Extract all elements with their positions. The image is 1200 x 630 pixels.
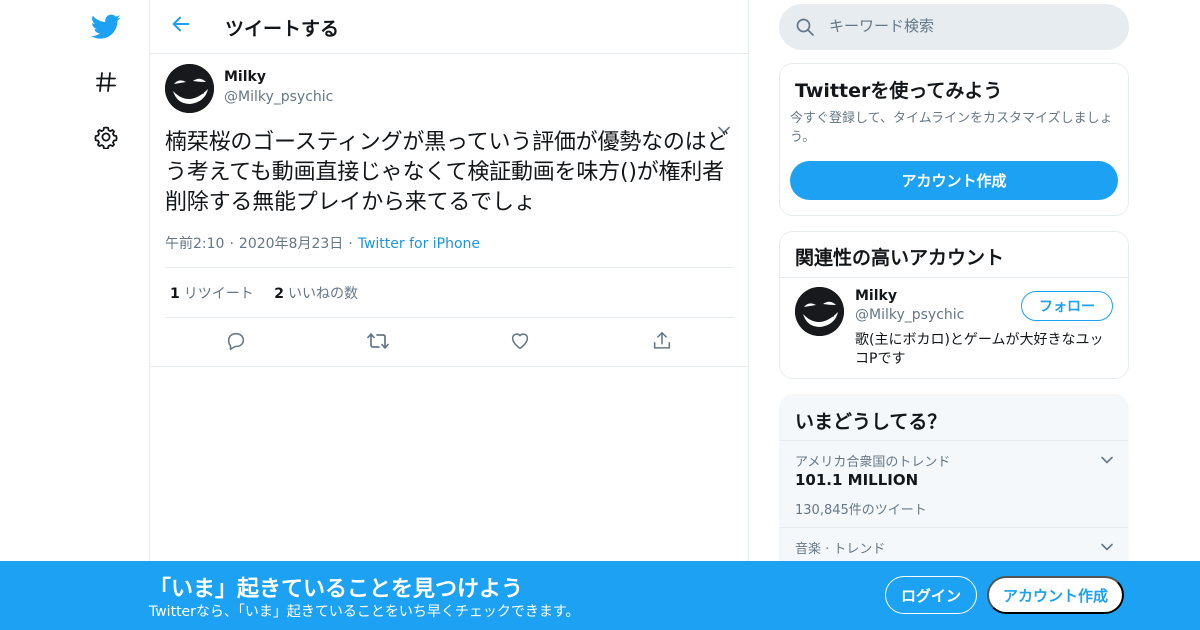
gear-icon[interactable]	[86, 117, 126, 157]
like-count: 2	[274, 286, 284, 302]
retweet-stat[interactable]: 1 リツイート	[170, 286, 254, 302]
signup-card-description: 今すぐ登録して、タイムラインをカスタマイズしましょう。	[790, 111, 1113, 145]
retweet-icon[interactable]	[365, 328, 391, 354]
search-bar[interactable]	[779, 4, 1129, 50]
tweet-timestamp: 午前2:10 · 2020年8月23日 · Twitter for iPhone	[165, 236, 481, 252]
search-icon	[795, 17, 815, 41]
page-title: ツイートする	[225, 18, 340, 40]
trend-item[interactable]: アメリカ合衆国のトレンド 101.1 MILLION 130,845件のツイート	[780, 441, 1128, 527]
divider	[780, 277, 1128, 278]
author-name[interactable]: Milky	[224, 69, 266, 85]
page-header: ツイートする	[150, 0, 748, 54]
left-nav	[0, 0, 150, 630]
author-handle[interactable]: @Milky_psychic	[224, 89, 333, 105]
banner-subtitle: Twitterなら、「いま」起きていることをいち早くチェックできます。	[149, 604, 580, 620]
reply-icon[interactable]	[223, 328, 249, 354]
share-icon[interactable]	[649, 328, 675, 354]
related-account-handle[interactable]: @Milky_psychic	[855, 307, 964, 323]
tweet-time[interactable]: 午前2:10	[165, 236, 224, 252]
main-column: ツイートする Milky @Milky_psychic 楠栞桜のゴースティングが…	[149, 0, 749, 630]
signup-card-title: Twitterを使ってみよう	[795, 80, 1003, 102]
divider	[165, 267, 734, 268]
related-accounts-card: 関連性の高いアカウント Milky @Milky_psychic 歌(主にボカロ…	[779, 231, 1129, 379]
avatar[interactable]	[795, 287, 844, 336]
divider	[165, 317, 734, 318]
login-button[interactable]: ログイン	[885, 576, 977, 614]
signup-card: Twitterを使ってみよう 今すぐ登録して、タイムラインをカスタマイズしましょ…	[779, 63, 1129, 216]
tweet-source-link[interactable]: Twitter for iPhone	[358, 236, 480, 252]
trend-context: 音楽 · トレンド	[795, 542, 886, 557]
divider	[150, 366, 749, 367]
tweet-stats: 1 リツイート 2 いいねの数	[170, 283, 374, 303]
trends-card-title: いまどうしてる？	[795, 411, 947, 433]
like-label: いいねの数	[287, 286, 358, 302]
signup-banner: 「いま」起きていることを見つけよう Twitterなら、「いま」起きていることを…	[0, 561, 1200, 630]
chevron-down-icon[interactable]	[1098, 538, 1116, 556]
search-input[interactable]	[829, 17, 1109, 35]
related-account-name[interactable]: Milky	[855, 288, 897, 304]
back-button[interactable]	[166, 11, 196, 41]
trend-context: アメリカ合衆国のトレンド	[795, 455, 951, 470]
retweet-label: リツイート	[183, 286, 254, 302]
hashtag-icon[interactable]	[86, 62, 126, 102]
arrow-left-icon	[170, 13, 192, 39]
create-account-button[interactable]: アカウント作成	[790, 161, 1118, 200]
banner-title: 「いま」起きていることを見つけよう	[149, 577, 524, 602]
banner-create-account-button[interactable]: アカウント作成	[987, 576, 1124, 614]
trend-count: 130,845件のツイート	[795, 503, 927, 518]
like-icon[interactable]	[507, 328, 533, 354]
tweet-actions	[150, 328, 750, 358]
follow-button[interactable]: フォロー	[1021, 291, 1113, 321]
trend-name: 101.1 MILLION	[795, 471, 919, 489]
twitter-logo-icon[interactable]	[86, 7, 126, 47]
tweet-date[interactable]: 2020年8月23日	[239, 236, 343, 252]
retweet-count: 1	[170, 286, 180, 302]
related-account-bio: 歌(主にボカロ)とゲームが大好きなユッコPです	[855, 332, 1104, 367]
related-card-title: 関連性の高いアカウント	[795, 247, 1005, 269]
chevron-down-icon[interactable]	[1098, 451, 1116, 469]
tweet-text: 楠栞桜のゴースティングが黒っていう評価が優勢なのはどう考えても動画直接じゃなくて…	[165, 130, 729, 215]
like-stat[interactable]: 2 いいねの数	[274, 286, 358, 302]
avatar[interactable]	[165, 64, 214, 113]
